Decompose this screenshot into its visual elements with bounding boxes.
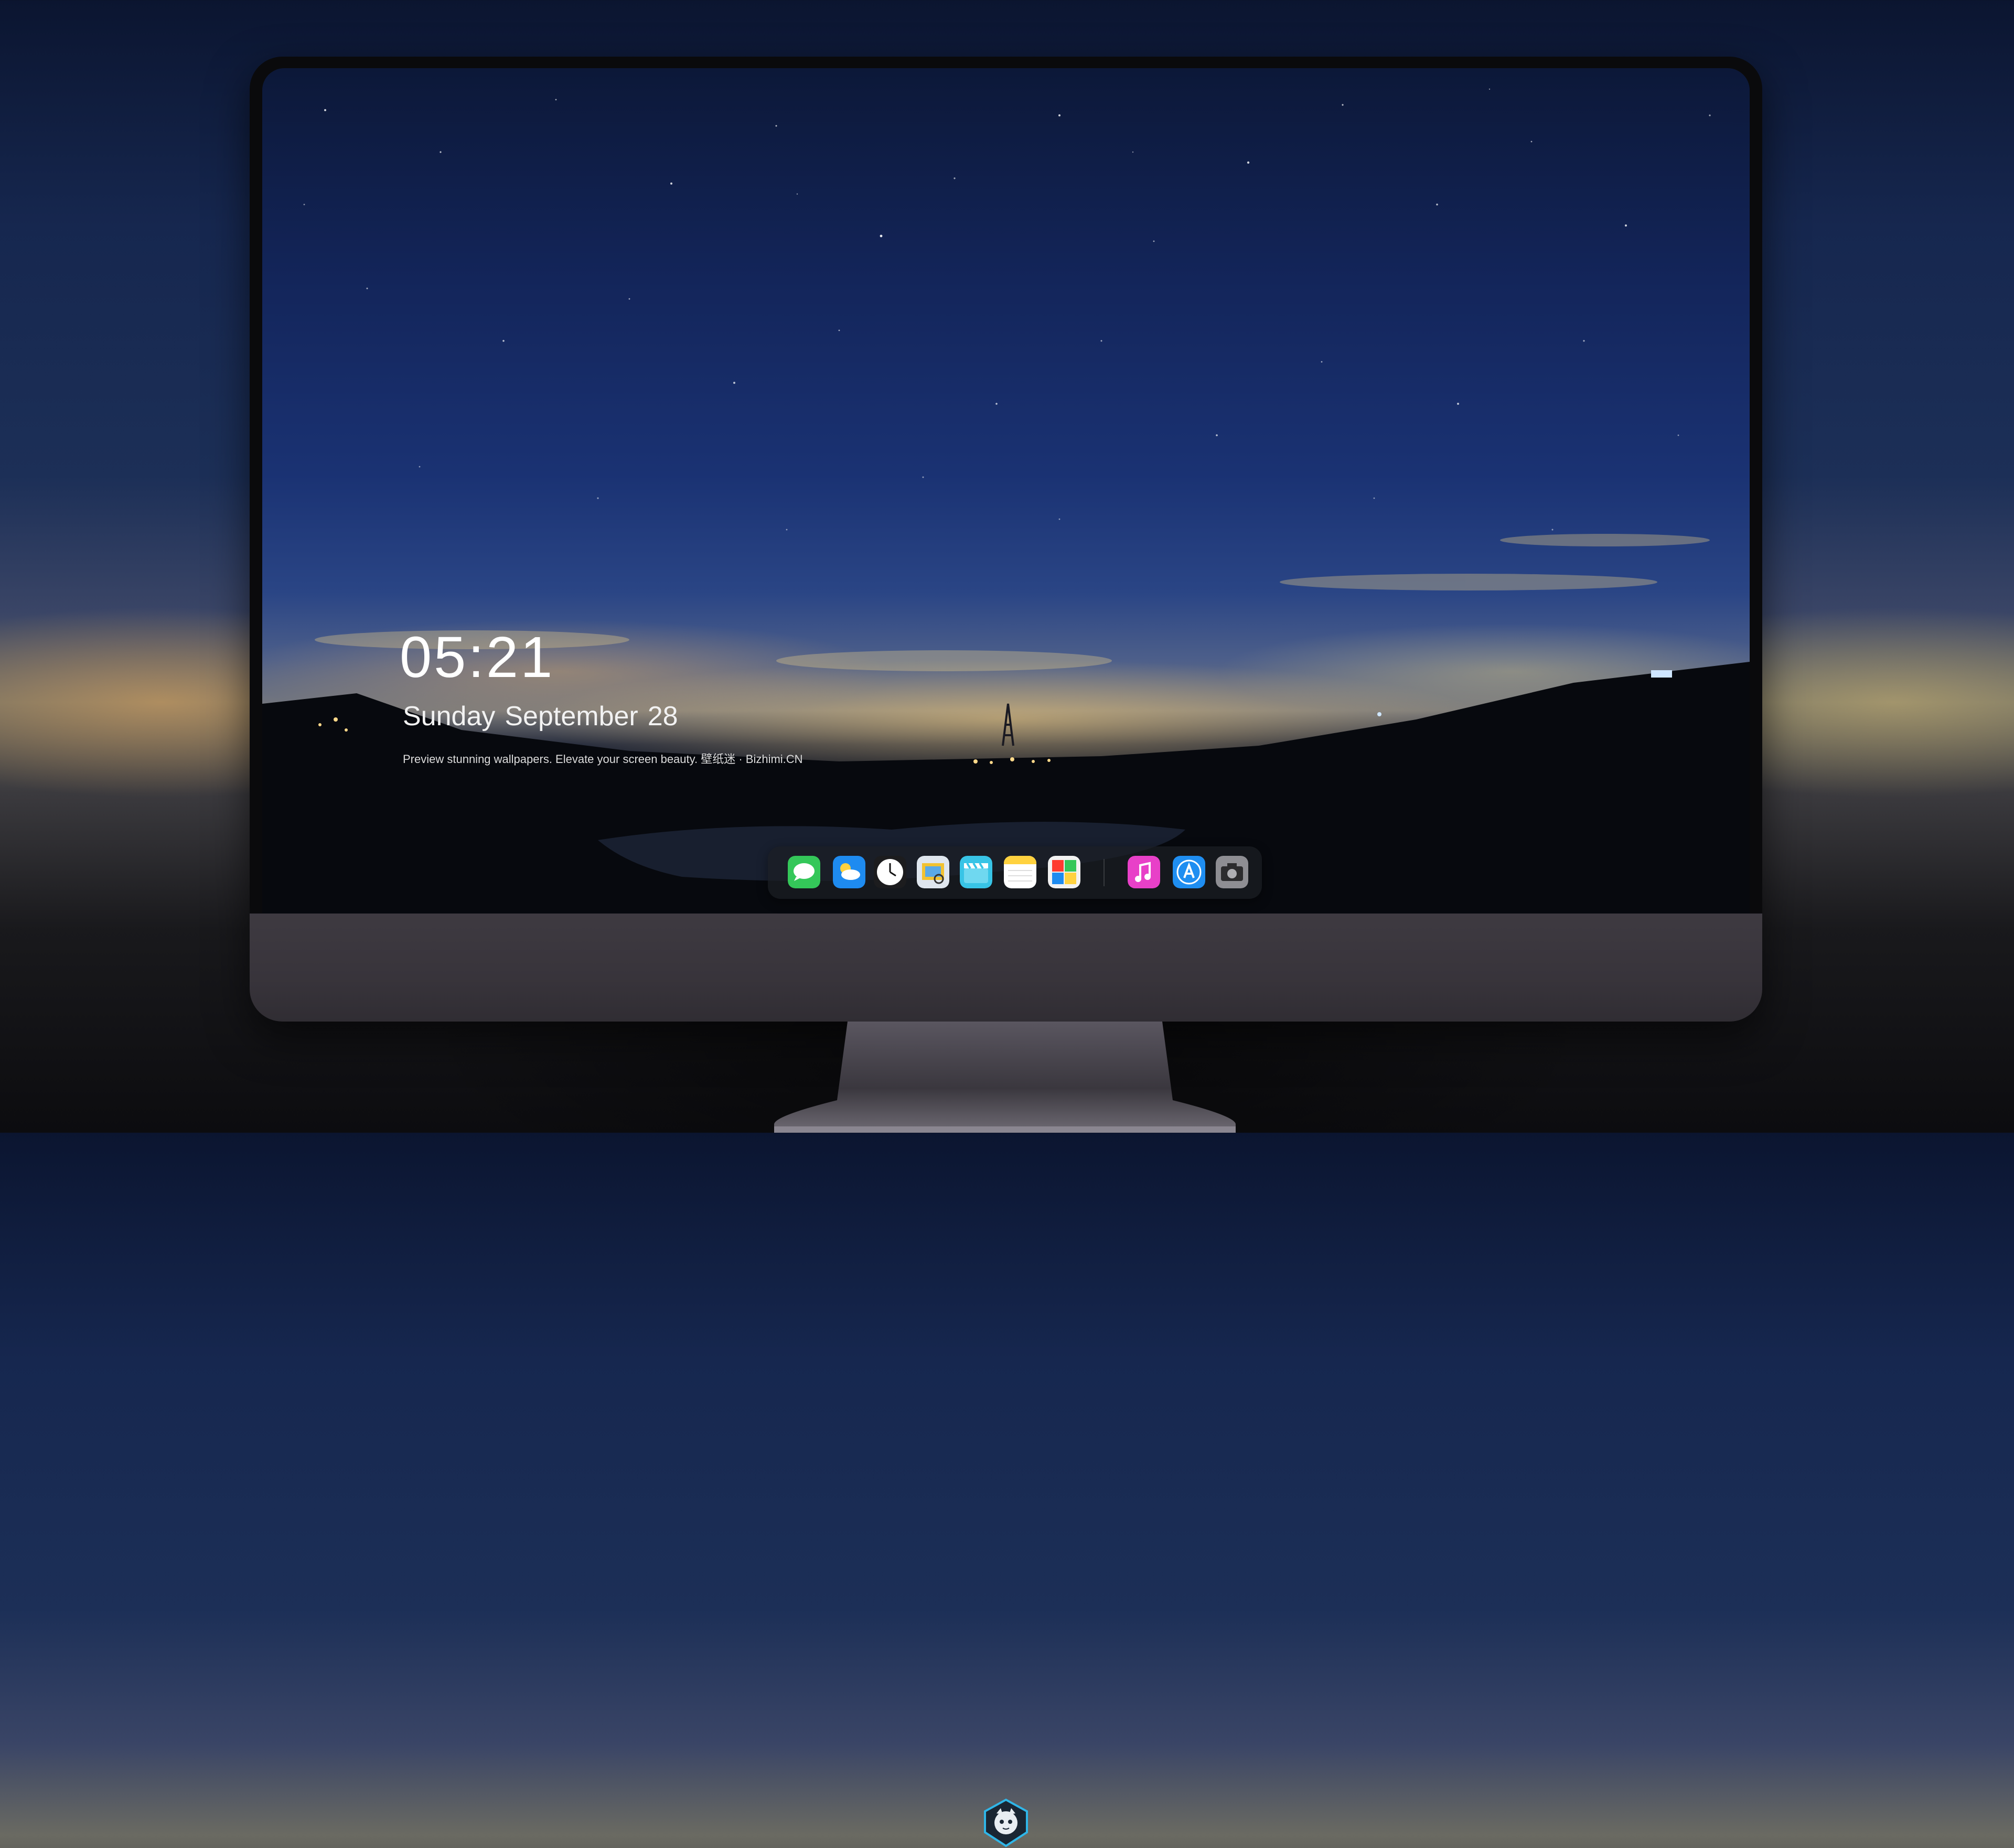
weather-icon[interactable] bbox=[833, 856, 865, 888]
monitor-stand bbox=[774, 1022, 1236, 1133]
date-month: September bbox=[505, 701, 638, 732]
shield-mascot-icon bbox=[984, 1798, 1028, 1847]
lock-screen-date: Sunday September 28 bbox=[403, 701, 688, 732]
itunes-icon[interactable] bbox=[1128, 856, 1160, 888]
dock-divider bbox=[1104, 859, 1105, 886]
notes-icon[interactable] bbox=[1004, 856, 1036, 888]
lock-screen: 05:21 Sunday September 28 Preview stunning… bbox=[262, 68, 1750, 914]
camera-icon[interactable] bbox=[1216, 856, 1248, 888]
monitor: 05:21 Sunday September 28 Preview stunning… bbox=[250, 57, 1762, 1847]
dock bbox=[768, 846, 1262, 899]
preview-icon[interactable] bbox=[917, 856, 949, 888]
clips-icon[interactable] bbox=[960, 856, 992, 888]
clock-icon[interactable] bbox=[874, 856, 906, 888]
lock-screen-tagline: Preview stunning wallpapers. Elevate you… bbox=[403, 753, 803, 766]
monitor-chin bbox=[250, 914, 1762, 1847]
app-store-icon[interactable] bbox=[1173, 856, 1205, 888]
messages-icon[interactable] bbox=[788, 856, 820, 888]
date-day: 28 bbox=[647, 701, 678, 732]
date-weekday: Sunday bbox=[403, 701, 496, 732]
photo-booth-icon[interactable] bbox=[1048, 856, 1080, 888]
lock-screen-time: 05:21 bbox=[400, 625, 555, 690]
